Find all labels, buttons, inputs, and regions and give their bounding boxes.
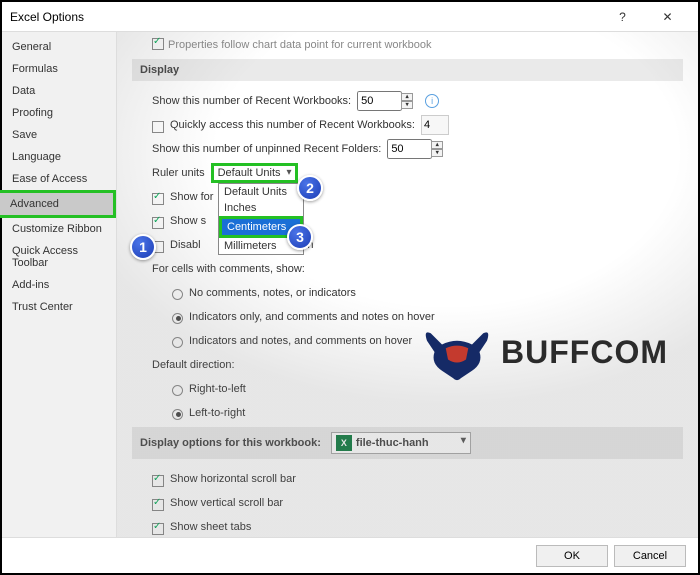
sidebar-item-ease-of-access[interactable]: Ease of Access bbox=[2, 168, 116, 190]
help-button[interactable]: ? bbox=[600, 10, 645, 24]
radio-ltr[interactable] bbox=[172, 409, 183, 420]
sidebar-item-data[interactable]: Data bbox=[2, 80, 116, 102]
comments-label: For cells with comments, show: bbox=[152, 263, 305, 275]
sheet-tabs-checkbox[interactable] bbox=[152, 523, 164, 535]
truncated-option: Properties follow chart data point for c… bbox=[132, 32, 683, 59]
unpinned-folders-input[interactable] bbox=[387, 139, 432, 159]
sidebar-item-language[interactable]: Language bbox=[2, 146, 116, 168]
ruler-units-label: Ruler units bbox=[152, 167, 205, 179]
quick-access-checkbox[interactable] bbox=[152, 121, 164, 133]
info-icon[interactable]: i bbox=[425, 94, 439, 108]
sidebar-item-general[interactable]: General bbox=[2, 36, 116, 58]
callout-3: 3 bbox=[287, 224, 313, 250]
h-scrollbar-checkbox[interactable] bbox=[152, 475, 164, 487]
sidebar-item-add-ins[interactable]: Add-ins bbox=[2, 274, 116, 296]
quick-access-label: Quickly access this number of Recent Wor… bbox=[170, 119, 415, 131]
sidebar-item-advanced[interactable]: Advanced bbox=[0, 190, 116, 218]
recent-workbooks-label: Show this number of Recent Workbooks: bbox=[152, 95, 351, 107]
excel-icon: X bbox=[336, 435, 352, 451]
option-default-units[interactable]: Default Units bbox=[219, 184, 303, 200]
ruler-units-select[interactable]: Default Units bbox=[211, 163, 298, 183]
ok-button[interactable]: OK bbox=[536, 545, 608, 567]
radio-indicators-only[interactable] bbox=[172, 313, 183, 324]
section-display: Display bbox=[132, 59, 683, 81]
callout-1: 1 bbox=[130, 234, 156, 260]
sidebar-item-trust-center[interactable]: Trust Center bbox=[2, 296, 116, 318]
callout-2: 2 bbox=[297, 175, 323, 201]
window-title: Excel Options bbox=[10, 10, 600, 24]
default-direction-label: Default direction: bbox=[152, 359, 235, 371]
sidebar-item-quick-access-toolbar[interactable]: Quick Access Toolbar bbox=[2, 240, 116, 274]
spinner-icon[interactable]: ▴▾ bbox=[401, 93, 413, 109]
option-inches[interactable]: Inches bbox=[219, 200, 303, 216]
show-formula-bar-checkbox[interactable] bbox=[152, 193, 164, 205]
show-for-label: Show for bbox=[170, 191, 213, 203]
section-workbook-display: Display options for this workbook: X fil… bbox=[132, 427, 683, 459]
close-button[interactable]: ✕ bbox=[645, 10, 690, 24]
unpinned-folders-label: Show this number of unpinned Recent Fold… bbox=[152, 143, 381, 155]
radio-rtl[interactable] bbox=[172, 385, 183, 396]
show-s-label: Show s bbox=[170, 215, 206, 227]
spinner-icon[interactable]: ▴▾ bbox=[431, 141, 443, 157]
sidebar-item-save[interactable]: Save bbox=[2, 124, 116, 146]
show-screentips-checkbox[interactable] bbox=[152, 217, 164, 229]
disable-label: Disabl bbox=[170, 239, 201, 251]
sidebar-item-customize-ribbon[interactable]: Customize Ribbon bbox=[2, 218, 116, 240]
checkbox-icon[interactable] bbox=[152, 38, 164, 50]
sidebar-item-proofing[interactable]: Proofing bbox=[2, 102, 116, 124]
recent-workbooks-input[interactable] bbox=[357, 91, 402, 111]
quick-access-input bbox=[421, 115, 449, 135]
sidebar: General Formulas Data Proofing Save Lang… bbox=[2, 32, 117, 537]
sidebar-item-formulas[interactable]: Formulas bbox=[2, 58, 116, 80]
cancel-button[interactable]: Cancel bbox=[614, 545, 686, 567]
radio-no-comments[interactable] bbox=[172, 289, 183, 300]
workbook-select[interactable]: X file-thuc-hanh bbox=[331, 432, 471, 454]
v-scrollbar-checkbox[interactable] bbox=[152, 499, 164, 511]
radio-indicators-notes[interactable] bbox=[172, 337, 183, 348]
